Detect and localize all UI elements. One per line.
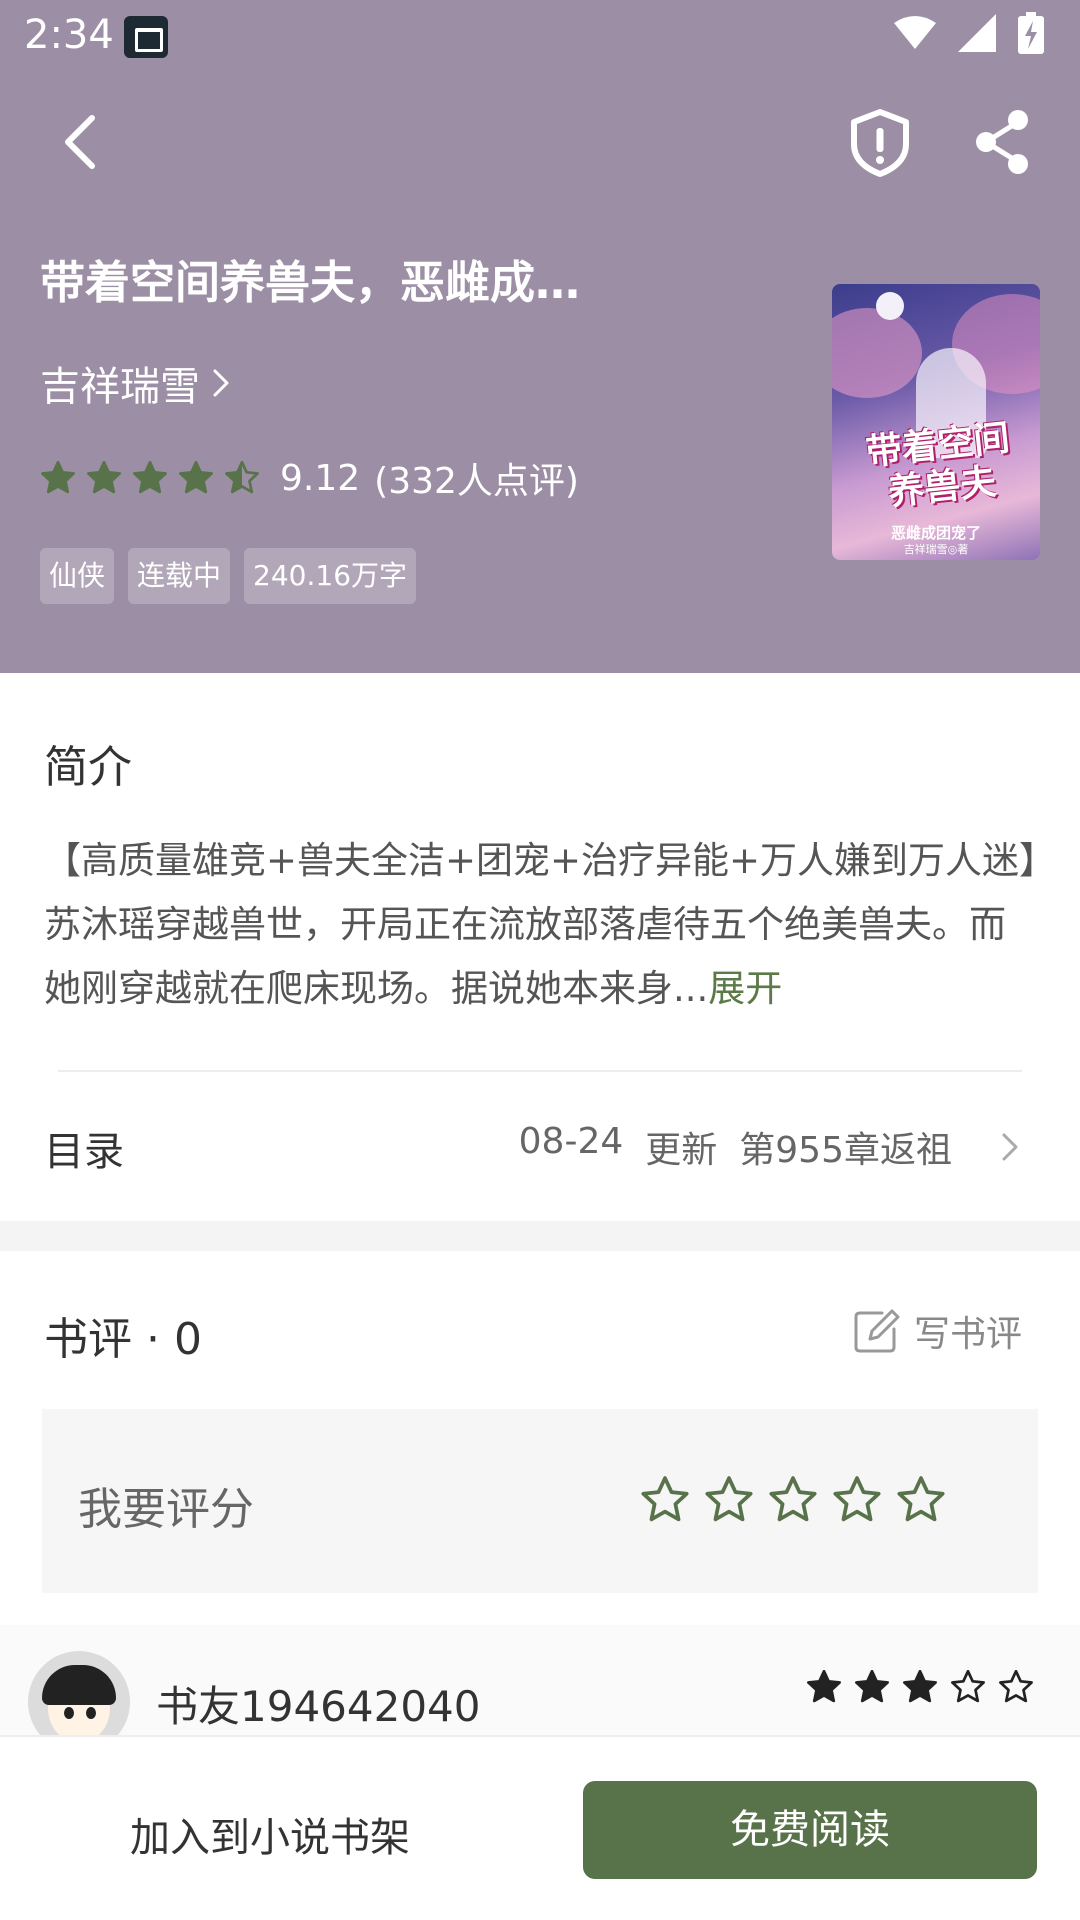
book-tags: 仙侠 连载中 240.16万字	[40, 548, 417, 604]
tag-status: 连载中	[128, 548, 231, 604]
cover-author: 吉祥瑞雪◎著	[903, 543, 969, 556]
avatar-hair	[42, 1665, 116, 1705]
star-outline-icon[interactable]	[768, 1475, 818, 1525]
divider	[58, 1070, 1022, 1072]
reviews-section: 书评 · 0 写书评 我要评分 书友194642040	[0, 1251, 1080, 1771]
shield-alert-icon	[851, 109, 909, 177]
status-bar: 2:34	[0, 0, 1080, 72]
reader-app-notification-icon	[124, 16, 168, 58]
book-rating: 9.12 (332人点评)	[40, 452, 579, 504]
status-time: 2:34	[24, 12, 114, 58]
intro-body: 【高质量雄竞+兽夫全洁+团宠+治疗异能+万人嫌到万人迷】苏沐瑶穿越兽世，开局正在…	[44, 839, 1038, 1010]
edit-icon	[854, 1309, 900, 1353]
chevron-right-icon	[1002, 1133, 1018, 1161]
rate-box: 我要评分	[42, 1409, 1038, 1593]
comment-rating-stars	[806, 1669, 1034, 1705]
rating-stars	[40, 460, 260, 496]
intro-heading: 简介	[44, 742, 132, 793]
battery-charging-icon	[1018, 12, 1044, 54]
rating-score: 9.12	[280, 457, 361, 499]
chevron-right-icon	[213, 369, 229, 397]
star-icon	[999, 1669, 1033, 1703]
wifi-icon	[894, 16, 936, 49]
cellular-signal-icon	[958, 14, 996, 52]
star-outline-icon[interactable]	[640, 1475, 690, 1525]
author-link[interactable]: 吉祥瑞雪	[40, 354, 232, 412]
author-name: 吉祥瑞雪	[40, 364, 200, 410]
comment-username: 书友194642040	[156, 1682, 481, 1731]
star-outline-icon[interactable]	[832, 1475, 882, 1525]
star-icon	[87, 460, 121, 494]
star-outline-icon[interactable]	[896, 1475, 946, 1525]
star-icon	[225, 460, 259, 494]
back-button[interactable]	[48, 104, 112, 180]
bottom-action-bar: 加入到小说书架 免费阅读	[0, 1735, 1080, 1920]
intro-section: 简介 【高质量雄竞+兽夫全洁+团宠+治疗异能+万人嫌到万人迷】苏沐瑶穿越兽世，开…	[0, 673, 1080, 1221]
star-outline-icon[interactable]	[704, 1475, 754, 1525]
share-button[interactable]	[966, 104, 1038, 180]
reviews-heading: 书评 · 0	[44, 1314, 202, 1365]
share-icon	[976, 110, 1028, 174]
book-title: 带着空间养兽夫，恶雌成…	[40, 256, 581, 309]
add-to-shelf-button[interactable]: 加入到小说书架	[60, 1805, 480, 1869]
write-review-label: 写书评	[913, 1314, 1022, 1355]
star-icon	[855, 1669, 889, 1703]
book-cover[interactable]: 带着空间养兽夫 恶雌成团宠了 吉祥瑞雪◎著	[832, 284, 1040, 560]
comment-item[interactable]: 书友194642040	[0, 1625, 1080, 1753]
star-icon	[903, 1669, 937, 1703]
star-icon	[807, 1669, 841, 1703]
chevron-left-icon	[65, 115, 95, 169]
intro-text: 【高质量雄竞+兽夫全洁+团宠+治疗异能+万人嫌到万人迷】苏沐瑶穿越兽世，开局正在…	[44, 829, 1040, 1021]
tag-genre: 仙侠	[40, 548, 115, 604]
cover-blossom	[832, 308, 922, 398]
rate-stars-input	[640, 1475, 946, 1525]
toc-label: 目录	[44, 1129, 124, 1175]
star-icon	[179, 460, 213, 494]
avatar-eye	[86, 1707, 96, 1719]
expand-link[interactable]: 展开	[708, 967, 782, 1010]
toc-update-date: 08-24	[518, 1121, 624, 1162]
section-gap	[0, 1221, 1080, 1251]
toc-update-label: 更新	[645, 1130, 718, 1171]
star-icon	[951, 1669, 985, 1703]
status-icons	[894, 12, 1044, 54]
write-review-button[interactable]: 写书评	[852, 1305, 1022, 1357]
cover-title: 带着空间养兽夫	[863, 416, 1012, 514]
rate-prompt: 我要评分	[78, 1484, 254, 1535]
rating-count: (332人点评)	[374, 461, 579, 502]
free-read-button[interactable]: 免费阅读	[583, 1781, 1037, 1879]
table-of-contents-row[interactable]: 目录 08-24 更新 第955章返祖	[0, 1083, 1080, 1203]
star-icon	[41, 460, 75, 494]
star-icon	[133, 460, 167, 494]
cover-subtitle: 恶雌成团宠了	[890, 524, 981, 542]
cover-moon	[876, 292, 904, 320]
avatar-eye	[64, 1707, 74, 1719]
toc-latest-info: 08-24 更新 第955章返祖	[519, 1121, 952, 1173]
toc-latest-chapter: 第955章返祖	[739, 1130, 952, 1171]
report-button[interactable]	[844, 104, 916, 180]
tag-word-count: 240.16万字	[244, 548, 417, 604]
